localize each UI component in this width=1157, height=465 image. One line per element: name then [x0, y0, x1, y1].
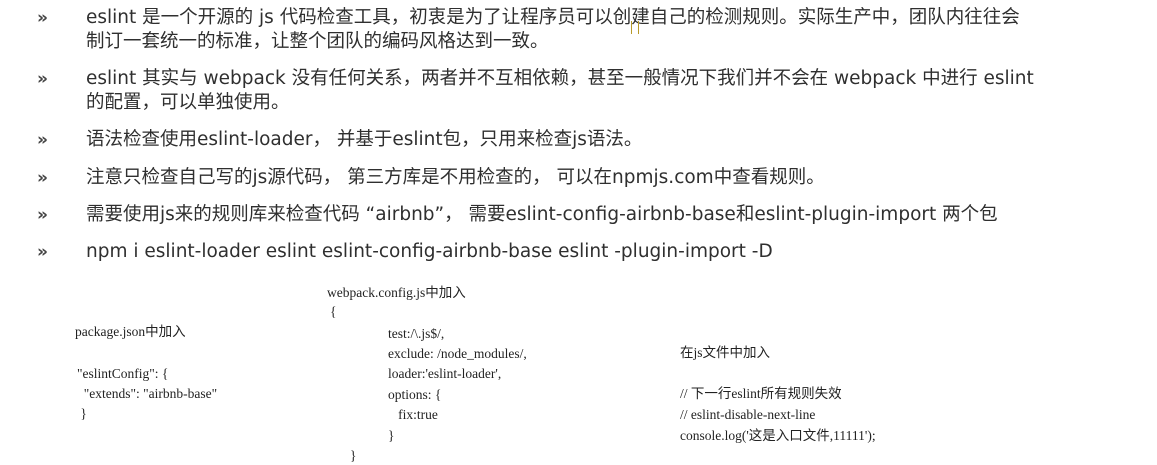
- webpack-line: fix:true: [388, 407, 438, 422]
- webpack-line: test:/\.js$/,: [388, 326, 445, 341]
- bullet-marker: »: [37, 242, 48, 262]
- bullet-text: eslint 是一个开源的 js 代码检查工具，初衷是为了让程序员可以创建自己的…: [86, 6, 1146, 54]
- jsfile-line: console.log('这是入口文件,11111');: [680, 428, 876, 443]
- bullet-text: eslint 其实与 webpack 没有任何关系，两者并不互相依赖，甚至一般情…: [86, 67, 1146, 115]
- webpack-line: exclude: /node_modules/,: [388, 346, 527, 361]
- bullet-marker: »: [37, 205, 48, 225]
- webpack-close-brace: }: [350, 448, 357, 463]
- bullet-marker: »: [37, 69, 48, 89]
- webpack-open-brace: {: [330, 304, 337, 319]
- webpack-line: options: {: [388, 387, 442, 402]
- jsfile-line: // eslint-disable-next-line: [680, 407, 816, 422]
- bullet-text: 注意只检查自己写的js源代码， 第三方库是不用检查的， 可以在npmjs.com…: [86, 167, 825, 188]
- package-json-line: "extends": "airbnb-base": [77, 386, 218, 401]
- package-json-title: package.json中加入: [75, 324, 186, 339]
- bullet-line: eslint 其实与 webpack 没有任何关系，两者并不互相依赖，甚至一般情…: [86, 68, 1034, 89]
- bullet-marker: »: [37, 8, 48, 28]
- bullet-line: 的配置，可以单独使用。: [86, 92, 290, 113]
- bullet-text: 语法检查使用eslint-loader， 并基于eslint包，只用来检查js语…: [86, 129, 643, 150]
- webpack-line: }: [388, 428, 395, 443]
- jsfile-title: 在js文件中加入: [680, 345, 771, 360]
- bullet-text: npm i eslint-loader eslint eslint-config…: [86, 241, 773, 262]
- package-json-line: "eslintConfig": {: [77, 366, 169, 381]
- text-cursor-icon: [631, 21, 639, 34]
- webpack-line: loader:'eslint-loader',: [388, 366, 502, 381]
- package-json-line: }: [77, 406, 87, 421]
- bullet-line: 制订一套统一的标准，让整个团队的编码风格达到一致。: [86, 31, 549, 52]
- jsfile-line: // 下一行eslint所有规则失效: [680, 386, 842, 401]
- bullet-marker: »: [37, 130, 48, 150]
- bullet-text: 需要使用js来的规则库来检查代码 “airbnb”， 需要eslint-conf…: [86, 204, 998, 225]
- webpack-config-title: webpack.config.js中加入: [327, 285, 466, 300]
- bullet-line: eslint 是一个开源的 js 代码检查工具，初衷是为了让程序员可以创建自己的…: [86, 7, 1020, 28]
- bullet-marker: »: [37, 168, 48, 188]
